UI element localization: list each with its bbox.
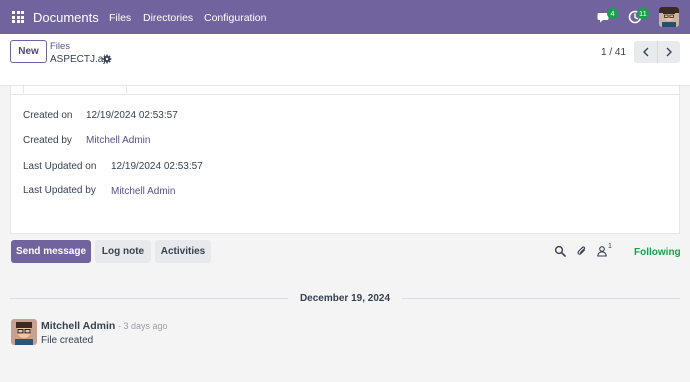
message-body: File created [41,335,94,346]
form-sheet: Created on 12/19/2024 02:53:57 Created b… [10,85,680,234]
send-message-button[interactable]: Send message [11,240,91,263]
menu-configuration[interactable]: Configuration [204,12,266,24]
tab-divider [11,94,679,95]
user-avatar[interactable] [659,7,679,27]
date-separator: December 19, 2024 [299,293,391,304]
gear-icon[interactable] [102,54,112,64]
last-updated-on-value: 12/19/2024 02:53:57 [111,161,203,172]
pager-previous-button[interactable] [634,41,657,63]
created-by-label: Created by [23,135,72,146]
created-on-value: 12/19/2024 02:53:57 [86,110,178,121]
message-date: - 3 days ago [118,321,168,331]
message-author[interactable]: Mitchell Admin [41,320,115,332]
message-author-avatar[interactable] [11,319,37,345]
record-name: ASPECTJ.aj [50,54,106,65]
activities-button[interactable]: Activities [155,240,211,263]
date-divider-left [10,298,288,299]
control-panel: New Files ASPECTJ.aj 1 / 41 [0,34,690,86]
user-icon[interactable] [596,245,608,257]
top-navbar: Documents Files Directories Configuratio… [0,0,690,34]
last-updated-by-value[interactable]: Mitchell Admin [111,186,175,197]
menu-directories[interactable]: Directories [143,12,193,24]
follower-count: 1 [608,243,612,250]
created-on-label: Created on [23,110,73,121]
message-count-badge: 4 [607,8,618,19]
menu-files[interactable]: Files [109,12,131,24]
following-button[interactable]: Following [634,247,681,258]
last-updated-on-label: Last Updated on [23,161,97,172]
date-divider-right [402,298,680,299]
last-updated-by-label: Last Updated by [23,185,96,196]
new-button[interactable]: New [10,40,47,63]
chevron-left-icon [642,47,648,57]
pager-next-button[interactable] [657,41,680,63]
pager-value[interactable]: 1 / 41 [601,47,626,58]
app-title[interactable]: Documents [33,10,99,25]
activity-count-badge: 11 [637,8,649,19]
log-note-button[interactable]: Log note [95,240,151,263]
breadcrumb-files[interactable]: Files [50,41,70,52]
paperclip-icon[interactable] [576,245,588,257]
created-by-value[interactable]: Mitchell Admin [86,135,150,146]
search-icon[interactable] [554,245,566,257]
chevron-right-icon [666,47,672,57]
apps-icon[interactable] [12,11,24,23]
